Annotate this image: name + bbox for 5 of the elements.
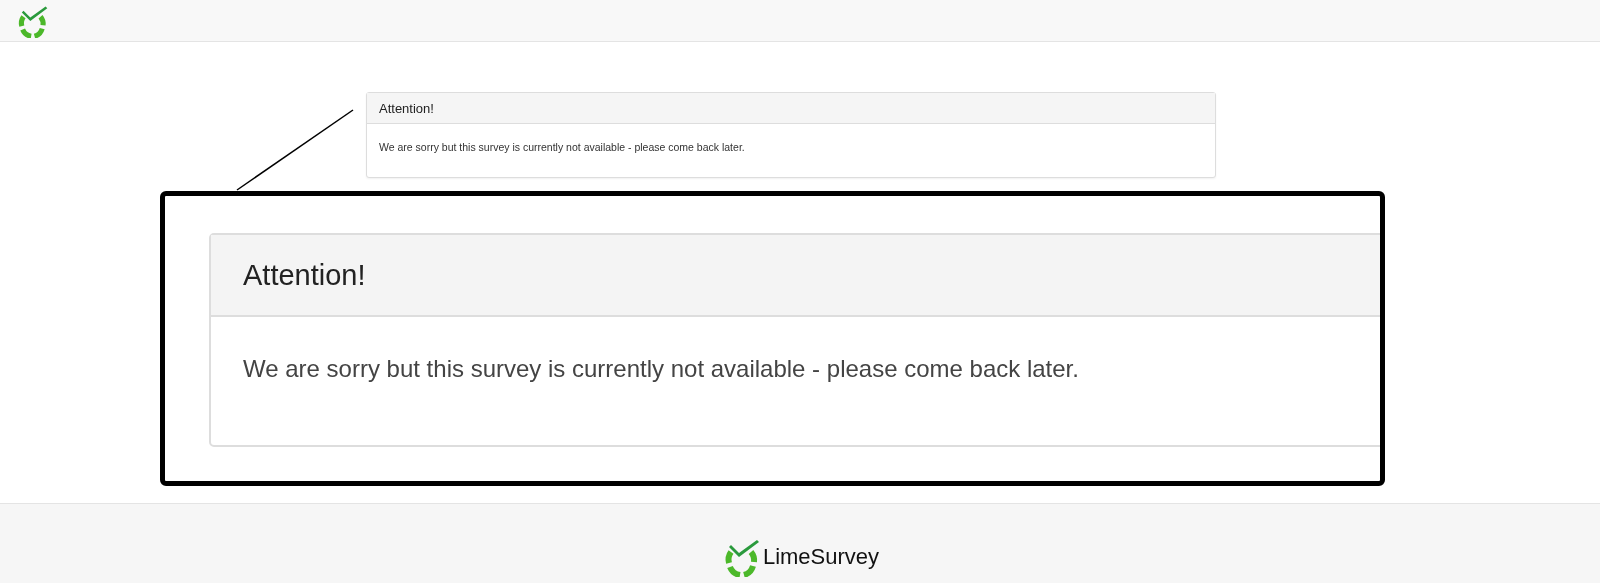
brand-name: LimeSurvey [762,544,880,570]
notice-title: Attention! [379,100,434,116]
notice-title: Attention! [243,258,366,292]
notice-message: We are sorry but this survey is currently not available - please come back later. [243,355,1079,382]
notice-message: We are sorry but this survey is currently not available - please come back later. [379,141,745,153]
